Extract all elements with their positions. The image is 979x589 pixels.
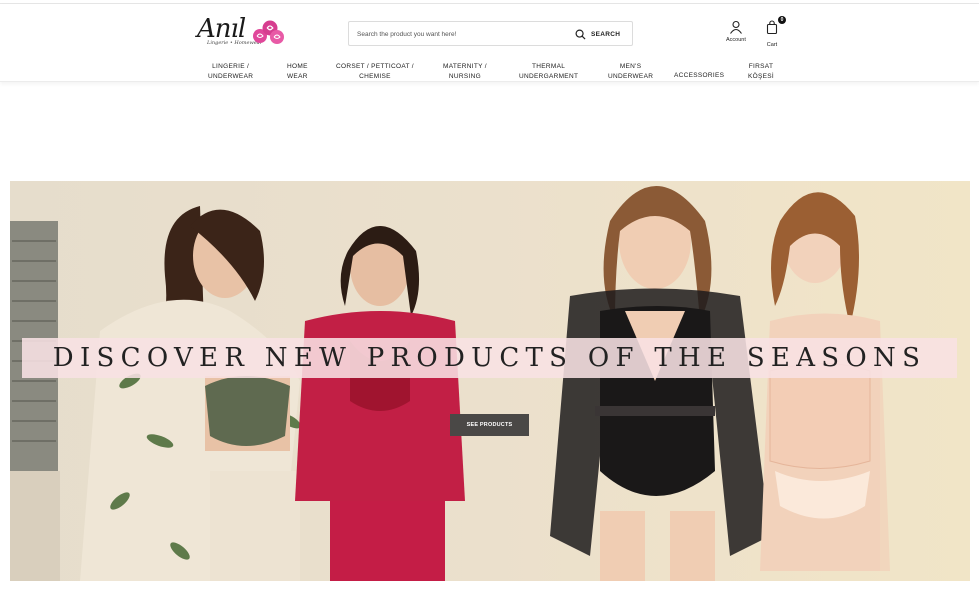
site-header: Anıl Lingerie • Homewear SEARCH Account xyxy=(0,4,979,82)
search-button-label: SEARCH xyxy=(591,30,621,38)
nav-label: UNDERGARMENT xyxy=(519,72,579,80)
roses-logo-icon xyxy=(253,20,284,44)
nav-label: FIRSAT xyxy=(748,63,774,70)
search-input[interactable] xyxy=(357,25,567,43)
nav-label: UNDERWEAR xyxy=(608,72,654,80)
nav-label: LINGERIE / xyxy=(212,63,250,70)
search-bar: SEARCH xyxy=(348,21,633,46)
cart-button[interactable]: 0 Cart xyxy=(765,16,786,48)
nav-label: CORSET / PETTICOAT / xyxy=(336,63,414,70)
cart-count-badge: 0 xyxy=(778,16,786,24)
nav-item-mens-underwear[interactable]: MEN'S UNDERWEAR xyxy=(608,62,653,81)
account-button[interactable]: Account xyxy=(726,20,746,43)
headline-strip: DISCOVER NEW PRODUCTS OF THE SEASONS xyxy=(22,338,957,378)
nav-label: HOME xyxy=(287,63,308,70)
see-products-button[interactable]: SEE PRODUCTS xyxy=(450,414,529,436)
nav-item-firsat-kosesi[interactable]: FIRSAT KÖŞESİ xyxy=(748,62,774,81)
nav-label: UNDERWEAR xyxy=(208,72,254,80)
hero-headline: DISCOVER NEW PRODUCTS OF THE SEASONS xyxy=(52,343,927,373)
main-navigation: LINGERIE / UNDERWEAR HOME WEAR CORSET / … xyxy=(0,62,979,84)
nav-label: CHEMISE xyxy=(359,72,391,80)
account-label: Account xyxy=(726,37,746,43)
hero-banner[interactable]: DISCOVER NEW PRODUCTS OF THE SEASONS SEE… xyxy=(10,181,970,581)
nav-label: MEN'S xyxy=(619,63,642,70)
logo-wordmark: Anıl xyxy=(197,14,246,44)
nav-label: NURSING xyxy=(448,72,481,80)
hero-models-image xyxy=(10,181,970,581)
search-icon xyxy=(575,29,586,40)
search-button[interactable]: SEARCH xyxy=(575,27,620,41)
site-logo[interactable]: Anıl Lingerie • Homewear xyxy=(197,15,287,49)
user-icon xyxy=(729,20,742,34)
nav-item-corset[interactable]: CORSET / PETTICOAT / CHEMISE xyxy=(336,62,414,81)
nav-label: KÖŞESİ xyxy=(748,72,775,80)
nav-item-accessories[interactable]: ACCESSORIES xyxy=(674,71,724,81)
nav-item-maternity[interactable]: MATERNITY / NURSING xyxy=(443,62,487,81)
nav-label: ACCESSORIES xyxy=(674,72,725,79)
nav-item-lingerie[interactable]: LINGERIE / UNDERWEAR xyxy=(208,62,253,81)
nav-label: MATERNITY / xyxy=(443,63,487,70)
nav-item-home-wear[interactable]: HOME WEAR xyxy=(287,62,308,81)
nav-label: WEAR xyxy=(287,72,308,80)
nav-label: THERMAL xyxy=(532,63,566,70)
nav-item-thermal[interactable]: THERMAL UNDERGARMENT xyxy=(519,62,578,81)
shopping-bag-icon xyxy=(766,20,778,35)
cart-label: Cart xyxy=(766,42,778,48)
